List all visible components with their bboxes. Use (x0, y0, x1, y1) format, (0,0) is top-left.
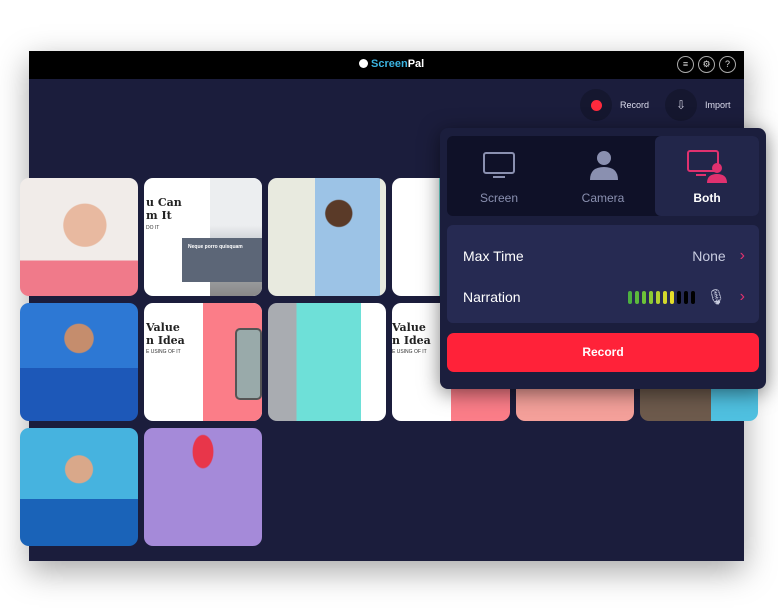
audio-level-meter (627, 290, 695, 304)
thumbnail-woman-pink[interactable] (20, 178, 138, 296)
thumbnail-woman-blue[interactable] (20, 428, 138, 546)
record-dot-icon (580, 89, 612, 121)
mode-camera[interactable]: Camera (551, 136, 655, 216)
monitor-person-icon (687, 150, 727, 183)
settings-panel: Max Time None › Narration 🎙 › (447, 225, 759, 323)
narration-label: Narration (463, 289, 521, 305)
thumbnail-slide[interactable]: u Can m It DO IT Neque porro quisquam (144, 178, 262, 296)
mode-both[interactable]: Both (655, 136, 759, 216)
checklist-icon[interactable]: ≡ (677, 56, 694, 73)
chevron-right-icon: › (739, 247, 745, 264)
max-time-value: None (692, 248, 726, 264)
max-time-label: Max Time (463, 248, 524, 264)
narration-row[interactable]: Narration 🎙 › (463, 287, 745, 307)
thumbnail-slide[interactable]: Value n Idea E USING OF IT (144, 303, 262, 421)
thumbnail-man-office[interactable] (268, 178, 386, 296)
thumbnail-slide[interactable] (268, 303, 386, 421)
thumbnail-man-blue[interactable] (20, 303, 138, 421)
help-icon[interactable]: ? (719, 56, 736, 73)
import-label: Import (705, 100, 731, 110)
gear-icon[interactable]: ⚙ (698, 56, 715, 73)
monitor-icon (483, 152, 515, 178)
record-button[interactable]: Record (447, 333, 759, 372)
title-bar: ScreenPal ≡ ⚙ ? (29, 51, 744, 79)
microphone-icon[interactable]: 🎙 (707, 288, 726, 306)
screenpal-logo: ScreenPal (359, 58, 424, 70)
record-label: Record (620, 100, 650, 110)
record-toolbar-button[interactable]: Record (580, 89, 649, 121)
person-icon (590, 151, 618, 180)
import-icon: ⇩ (665, 89, 697, 121)
import-button[interactable]: ⇩ Import (665, 89, 731, 121)
max-time-row[interactable]: Max Time None › (463, 246, 745, 266)
chevron-right-icon: › (739, 288, 745, 305)
thumbnail-woman-purple[interactable] (144, 428, 262, 546)
mode-selector: Screen Camera Both (447, 136, 759, 216)
record-options-popup: Screen Camera Both Max Time None › Narra… (440, 128, 766, 389)
mode-screen[interactable]: Screen (447, 136, 551, 216)
